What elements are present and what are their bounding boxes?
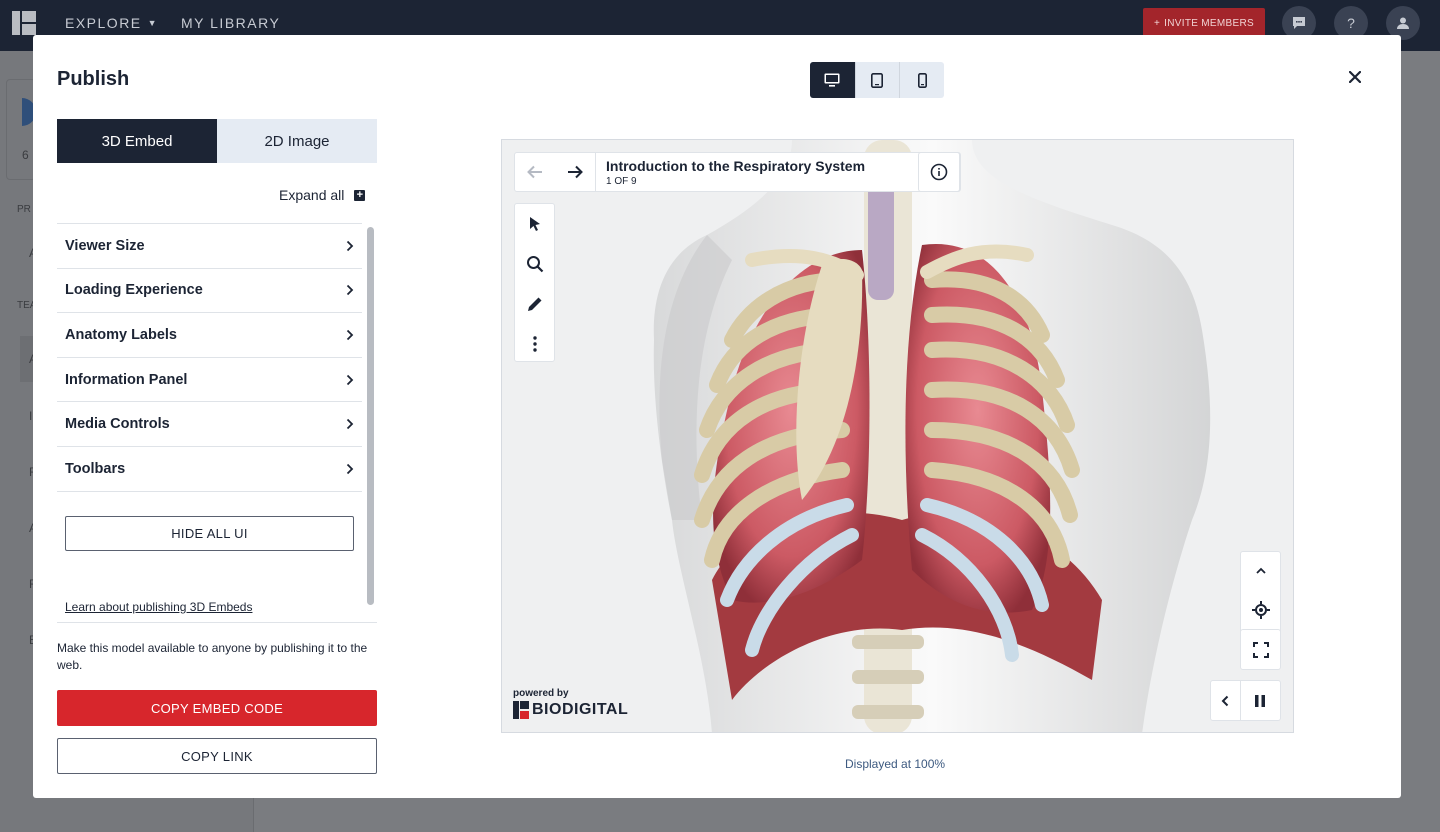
viewer-toolbar: [514, 203, 555, 362]
fullscreen-button[interactable]: [1240, 629, 1281, 670]
publish-tabs: 3D Embed 2D Image: [57, 119, 377, 163]
publish-description: Make this model available to anyone by p…: [57, 641, 368, 672]
tablet-icon: [871, 72, 884, 88]
background-text: I: [29, 409, 33, 423]
pencil-icon: [527, 297, 541, 311]
arrow-right-icon: [568, 165, 583, 179]
info-icon: [930, 163, 948, 181]
tab-3d-embed[interactable]: 3D Embed: [57, 119, 217, 163]
embed-preview[interactable]: Introduction to the Respiratory System 1…: [501, 139, 1294, 733]
chevron-right-icon: [346, 419, 354, 430]
device-phone-button[interactable]: [899, 62, 944, 98]
invite-members-button[interactable]: + INVITE MEMBERS: [1143, 8, 1265, 38]
tour-previous-button[interactable]: [515, 153, 555, 191]
tour-navigation: Introduction to the Respiratory System 1…: [514, 152, 961, 192]
scrollbar-thumb[interactable]: [367, 227, 374, 605]
more-vertical-icon: [532, 336, 537, 352]
phone-icon: [917, 72, 927, 88]
publish-modal: Publish 3D Embed 2D Image Expand all + V…: [33, 35, 1401, 798]
tour-next-button[interactable]: [555, 153, 595, 191]
collapse-button[interactable]: [1255, 555, 1266, 585]
camera-controls: [1240, 551, 1281, 639]
biodigital-logo-icon: [513, 701, 529, 719]
select-tool-button[interactable]: [515, 204, 554, 244]
search-tool-button[interactable]: [515, 244, 554, 284]
reset-camera-button[interactable]: [1251, 585, 1270, 635]
cursor-icon: [529, 217, 540, 231]
learn-more-link[interactable]: Learn about publishing 3D Embeds: [65, 600, 252, 614]
tour-step: 1 OF 9: [606, 176, 637, 187]
tour-title: Introduction to the Respiratory System: [606, 158, 866, 174]
expand-all-label: Expand all: [279, 187, 345, 203]
arrow-left-icon: [527, 165, 542, 179]
draw-tool-button[interactable]: [515, 284, 554, 324]
pause-button[interactable]: [1241, 680, 1280, 721]
close-button[interactable]: [1343, 65, 1367, 89]
search-icon: [526, 256, 543, 273]
device-desktop-button[interactable]: [810, 62, 855, 98]
chevron-left-icon: [1221, 695, 1229, 706]
expand-all-button[interactable]: Expand all +: [279, 187, 366, 203]
powered-by-badge[interactable]: powered by BIODIGITAL: [513, 688, 628, 719]
modal-title: Publish: [57, 68, 130, 90]
accordion-information-panel[interactable]: Information Panel: [57, 358, 362, 403]
settings-scrollbar[interactable]: [365, 223, 377, 623]
plus-icon: +: [1154, 17, 1161, 29]
chevron-right-icon: [346, 240, 354, 251]
copy-embed-code-button[interactable]: COPY EMBED CODE: [57, 690, 377, 726]
accordion-loading-experience[interactable]: Loading Experience: [57, 269, 362, 314]
hide-all-ui-button[interactable]: HIDE ALL UI: [65, 516, 354, 551]
display-scale-label: Displayed at 100%: [845, 757, 946, 771]
media-controls: [1210, 680, 1281, 721]
chevron-right-icon: [346, 374, 354, 385]
background-text: PR: [17, 204, 31, 215]
device-preview-toggle: [810, 62, 944, 98]
biodigital-logo[interactable]: [12, 11, 36, 35]
media-back-button[interactable]: [1211, 680, 1241, 721]
fullscreen-icon: [1252, 641, 1269, 658]
device-tablet-button[interactable]: [854, 62, 900, 98]
more-tools-button[interactable]: [515, 324, 554, 364]
accordion-media-controls[interactable]: Media Controls: [57, 402, 362, 447]
chevron-down-icon: ▼: [147, 18, 159, 28]
brand-label: BIODIGITAL: [532, 701, 629, 718]
chevron-up-icon: [1255, 567, 1266, 574]
background-text: 6: [22, 148, 29, 162]
target-icon: [1251, 601, 1270, 619]
copy-link-button[interactable]: COPY LINK: [57, 738, 377, 774]
tab-2d-image[interactable]: 2D Image: [217, 119, 377, 163]
plus-icon: +: [354, 189, 366, 201]
respiratory-model[interactable]: [502, 140, 1294, 733]
nav-my-library[interactable]: MY LIBRARY: [181, 15, 280, 31]
pause-icon: [1255, 694, 1266, 707]
chevron-right-icon: [346, 285, 354, 296]
accordion-anatomy-labels[interactable]: Anatomy Labels: [57, 313, 362, 358]
accordion-toolbars[interactable]: Toolbars: [57, 447, 362, 492]
nav-explore[interactable]: EXPLORE ▼: [65, 15, 158, 31]
divider: [57, 622, 377, 623]
settings-accordion: Viewer Size Loading Experience Anatomy L…: [57, 223, 362, 492]
background-card: [6, 79, 36, 180]
tour-title-dropdown[interactable]: Introduction to the Respiratory System 1…: [595, 153, 960, 191]
accordion-viewer-size[interactable]: Viewer Size: [57, 224, 362, 269]
chevron-right-icon: [346, 463, 354, 474]
desktop-icon: [824, 73, 840, 87]
info-button[interactable]: [918, 152, 960, 192]
powered-by-label: powered by: [513, 688, 569, 699]
chevron-right-icon: [346, 329, 354, 341]
close-icon: [1349, 71, 1361, 83]
